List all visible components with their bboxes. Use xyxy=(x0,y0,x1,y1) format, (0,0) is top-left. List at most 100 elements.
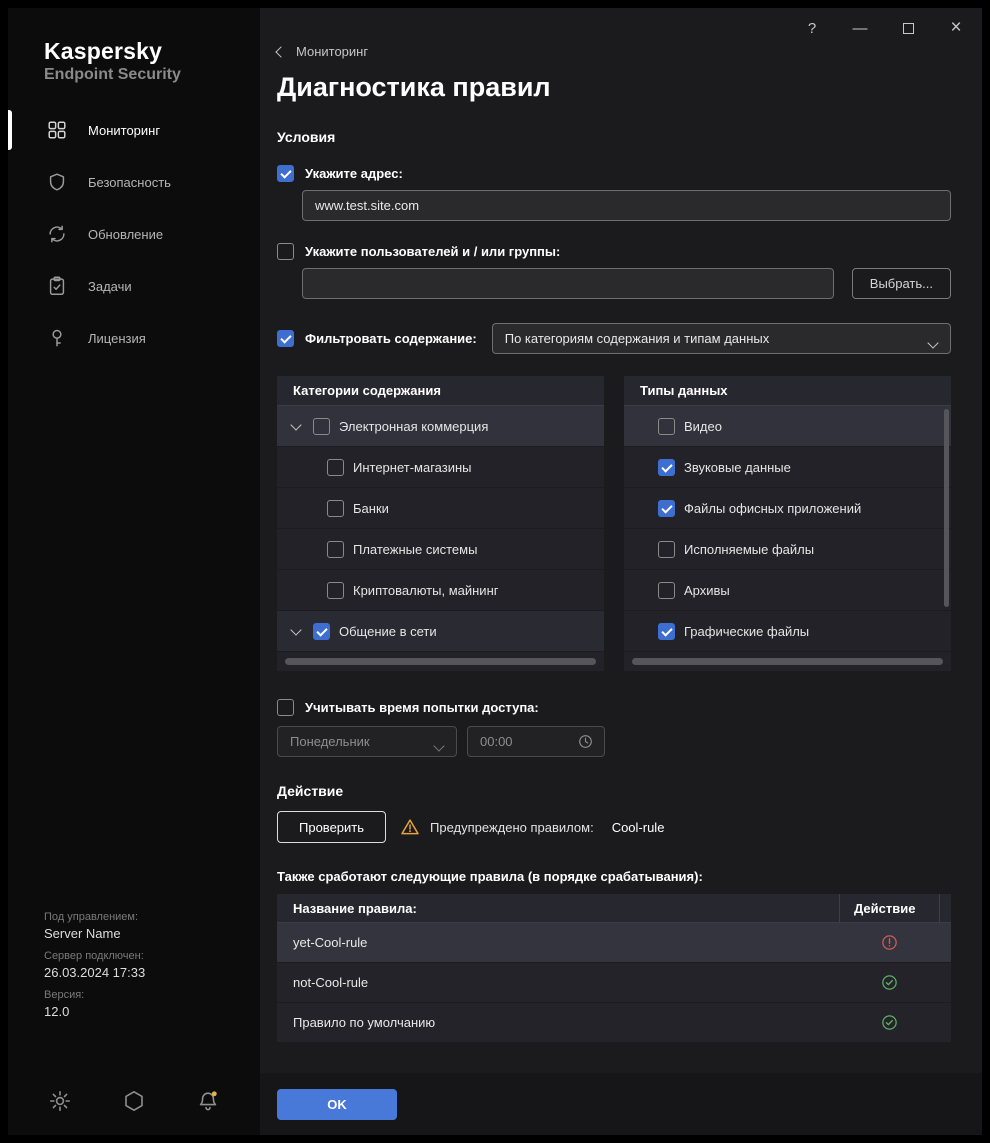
address-input-row xyxy=(302,190,951,221)
category-row[interactable]: Электронная коммерция xyxy=(277,406,604,447)
time-input[interactable]: 00:00 xyxy=(467,726,605,757)
users-checkbox-row: Укажите пользователей и / или группы: xyxy=(277,243,951,260)
sidebar-item-label: Обновление xyxy=(88,226,164,242)
conditions-section-title: Условия xyxy=(277,129,336,145)
sidebar-item-label: Лицензия xyxy=(88,330,146,346)
data-type-row[interactable]: Графические файлы xyxy=(624,611,951,652)
minimize-button[interactable]: — xyxy=(848,16,872,40)
help-button[interactable]: ? xyxy=(800,16,824,40)
version-label: Версия: xyxy=(44,989,85,1001)
back-label: Мониторинг xyxy=(296,44,369,59)
table-row[interactable]: yet-Cool-rule xyxy=(277,923,951,963)
settings-gear-icon[interactable] xyxy=(48,1089,72,1113)
data-type-row[interactable]: Исполняемые файлы xyxy=(624,529,951,570)
page-title: Диагностика правил xyxy=(277,72,551,102)
sidebar-item-label: Безопасность xyxy=(88,174,171,190)
ok-button[interactable]: OK xyxy=(277,1088,397,1120)
sidebar-item-monitoring[interactable]: Мониторинг xyxy=(8,104,260,156)
horizontal-scrollbar[interactable] xyxy=(624,652,951,671)
rule-name: yet-Cool-rule xyxy=(293,935,368,950)
category-label: Платежные системы xyxy=(353,541,478,557)
day-select[interactable]: Понедельник xyxy=(277,726,457,757)
server-name: Server Name xyxy=(44,926,121,941)
server-info: Под управлением: Server Name Сервер подк… xyxy=(44,902,145,1019)
scrollbar-thumb[interactable] xyxy=(632,658,943,665)
allowed-status-icon xyxy=(880,973,899,992)
category-checkbox[interactable] xyxy=(327,499,344,517)
breadcrumb-back[interactable]: Мониторинг xyxy=(275,44,369,59)
chevron-down-icon[interactable] xyxy=(288,418,304,431)
chevron-left-icon xyxy=(275,45,287,58)
check-row: Проверить Предупреждено правилом: Cool-r… xyxy=(277,811,951,843)
sidebar-item-label: Мониторинг xyxy=(88,122,161,138)
data-type-row[interactable]: Видео xyxy=(624,406,951,447)
filter-checkbox[interactable] xyxy=(277,330,294,347)
day-select-value: Понедельник xyxy=(290,734,370,749)
window-controls: ? — × xyxy=(800,16,968,40)
sidebar-item-update[interactable]: Обновление xyxy=(8,208,260,260)
brand-product: Endpoint Security xyxy=(44,66,181,83)
connected-value: 26.03.2024 17:33 xyxy=(44,965,146,980)
choose-users-button[interactable]: Выбрать... xyxy=(851,268,951,299)
data-type-row[interactable]: Звуковые данные xyxy=(624,447,951,488)
address-label: Укажите адрес: xyxy=(305,166,403,181)
clipboard-tasks-icon xyxy=(46,275,68,297)
check-button[interactable]: Проверить xyxy=(277,811,387,843)
category-checkbox[interactable] xyxy=(313,417,330,435)
time-label: Учитывать время попытки доступа: xyxy=(305,700,539,715)
data-type-row[interactable]: Файлы офисных приложений xyxy=(624,488,951,529)
category-label: Банки xyxy=(353,500,389,516)
dashboard-grid-icon xyxy=(46,119,68,141)
chevron-down-icon xyxy=(433,738,445,753)
chevron-down-icon[interactable] xyxy=(288,623,304,636)
users-input[interactable] xyxy=(302,268,834,299)
sidebar: Kaspersky Endpoint Security Мониторинг Б… xyxy=(8,8,260,1135)
scrollbar-thumb[interactable] xyxy=(285,658,596,665)
category-row[interactable]: Общение в сети xyxy=(277,611,604,652)
rule-status-cell xyxy=(839,933,939,952)
category-checkbox[interactable] xyxy=(327,458,344,476)
table-row[interactable]: not-Cool-rule xyxy=(277,963,951,1003)
address-input[interactable] xyxy=(302,190,951,221)
kaspersky-logo-icon[interactable] xyxy=(122,1089,146,1113)
sidebar-item-security[interactable]: Безопасность xyxy=(8,156,260,208)
rule-action-header: Действие xyxy=(839,894,939,922)
category-checkbox[interactable] xyxy=(327,540,344,558)
data-type-checkbox[interactable] xyxy=(658,417,675,435)
filter-mode-select[interactable]: По категориям содержания и типам данных xyxy=(491,323,951,354)
sidebar-item-license[interactable]: Лицензия xyxy=(8,312,260,364)
rules-table-intro: Также сработают следующие правила (в пор… xyxy=(277,869,703,884)
category-row[interactable]: Банки xyxy=(277,488,604,529)
users-input-row: Выбрать... xyxy=(302,268,951,299)
data-type-checkbox[interactable] xyxy=(658,581,675,599)
time-checkbox[interactable] xyxy=(277,699,294,716)
horizontal-scrollbar[interactable] xyxy=(277,652,604,671)
maximize-button[interactable] xyxy=(896,16,920,40)
data-type-checkbox[interactable] xyxy=(658,458,675,476)
address-checkbox[interactable] xyxy=(277,165,294,182)
category-row[interactable]: Интернет-магазины xyxy=(277,447,604,488)
rules-table-header: Название правила: Действие xyxy=(277,894,951,923)
vertical-scrollbar[interactable] xyxy=(944,409,949,607)
rule-name-header: Название правила: xyxy=(293,900,417,916)
sidebar-menu: Мониторинг Безопасность Обновление Задач… xyxy=(8,104,260,364)
close-button[interactable]: × xyxy=(944,16,968,40)
time-value: 00:00 xyxy=(480,734,513,749)
category-checkbox[interactable] xyxy=(327,581,344,599)
users-checkbox[interactable] xyxy=(277,243,294,260)
notifications-bell-icon[interactable] xyxy=(196,1089,220,1113)
categories-panel-header: Категории содержания xyxy=(277,376,604,406)
table-row[interactable]: Правило по умолчанию xyxy=(277,1003,951,1043)
data-type-row[interactable]: Архивы xyxy=(624,570,951,611)
data-type-checkbox[interactable] xyxy=(658,622,675,640)
category-row[interactable]: Криптовалюты, майнинг xyxy=(277,570,604,611)
data-type-label: Графические файлы xyxy=(684,623,810,639)
data-type-checkbox[interactable] xyxy=(658,540,675,558)
category-row[interactable]: Платежные системы xyxy=(277,529,604,570)
rule-name: not-Cool-rule xyxy=(293,975,369,990)
sidebar-item-tasks[interactable]: Задачи xyxy=(8,260,260,312)
header-gutter xyxy=(939,894,951,922)
warning-triangle-icon xyxy=(400,817,420,837)
category-checkbox[interactable] xyxy=(313,622,330,640)
data-type-checkbox[interactable] xyxy=(658,499,675,517)
